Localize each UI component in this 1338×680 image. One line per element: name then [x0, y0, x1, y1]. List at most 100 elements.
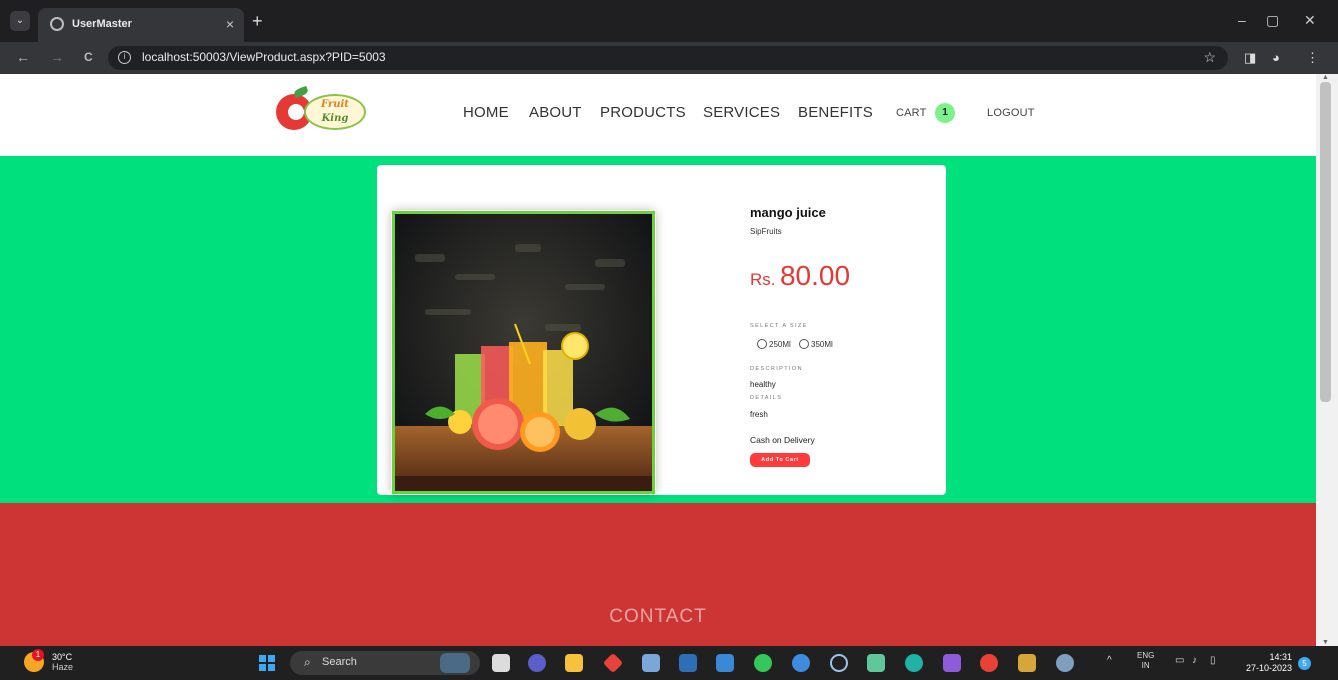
description-label: DESCRIPTION	[750, 366, 803, 372]
chrome-alt-icon[interactable]	[792, 654, 810, 672]
weather-condition: Haze	[52, 662, 74, 672]
size-label: SELECT A SIZE	[750, 323, 808, 329]
search-highlight-icon	[440, 653, 470, 673]
page-scrollbar[interactable]: ▲ ▼	[1316, 74, 1338, 646]
side-panel-icon[interactable]: ◨	[1244, 50, 1256, 66]
address-bar[interactable]: i localhost:50003/ViewProduct.aspx?PID=5…	[108, 46, 1228, 70]
nav-cart[interactable]: CART	[896, 107, 927, 119]
details-value: fresh	[750, 410, 768, 419]
bookmark-star-icon[interactable]: ☆	[1203, 49, 1216, 66]
nav-benefits[interactable]: BENEFITS	[798, 104, 873, 121]
tray-chevron-icon[interactable]: ^	[1107, 655, 1112, 666]
settings-gear-icon[interactable]	[1056, 654, 1074, 672]
tab-close-icon[interactable]: ×	[226, 16, 234, 32]
edge-icon[interactable]	[905, 654, 923, 672]
clock-date: 27-10-2023	[1245, 663, 1292, 673]
speedometer-icon[interactable]	[830, 654, 848, 672]
product-price: Rs. 80.00	[750, 260, 850, 292]
nav-logout[interactable]: LOGOUT	[987, 107, 1035, 119]
media-player-icon[interactable]	[679, 654, 697, 672]
clock-time: 14:31	[1269, 652, 1292, 662]
forward-button[interactable]: →	[50, 49, 64, 65]
payment-method: Cash on Delivery	[750, 435, 815, 445]
tab-title: UserMaster	[72, 18, 132, 30]
whatsapp-icon[interactable]	[754, 654, 772, 672]
app-red-diamond-icon[interactable]	[602, 652, 624, 674]
site-info-icon[interactable]: i	[118, 51, 131, 64]
cart-count-badge: 1	[935, 103, 955, 123]
product-section: mango juice SipFruits Rs. 80.00 SELECT A…	[0, 156, 1316, 503]
reload-button[interactable]: C	[84, 50, 93, 64]
lang-bottom: IN	[1141, 661, 1150, 670]
windows-taskbar: 1 30°C Haze ⌕ Search ^ ENG IN ▭ ♪ ▯ 14:3…	[0, 646, 1338, 680]
minimize-button[interactable]: –	[1238, 12, 1246, 28]
taskbar-search[interactable]: ⌕ Search	[290, 651, 480, 675]
back-button[interactable]: ←	[16, 49, 30, 65]
browser-tab[interactable]: UserMaster ×	[38, 8, 244, 42]
globe-icon	[50, 17, 64, 31]
chrome-icon[interactable]	[980, 654, 998, 672]
restore-button[interactable]: ▢	[1266, 12, 1279, 29]
file-explorer-icon[interactable]	[565, 654, 583, 672]
product-name: mango juice	[750, 205, 826, 220]
taskbar-search-label: Search	[322, 656, 357, 668]
scrollbar-thumb[interactable]	[1320, 82, 1331, 402]
weather-badge: 1	[32, 649, 44, 661]
battery-icon[interactable]: ▯	[1210, 655, 1216, 666]
size-label-250: 250Ml	[769, 340, 791, 349]
nav-products[interactable]: PRODUCTS	[600, 104, 686, 121]
system-clock[interactable]: 14:31 27-10-2023	[1238, 652, 1292, 674]
network-icon[interactable]: ▭	[1175, 655, 1184, 666]
description-value: healthy	[750, 380, 776, 389]
notification-badge[interactable]: 5	[1298, 657, 1311, 670]
search-icon: ⌕	[304, 655, 311, 669]
product-image-frame	[391, 210, 656, 495]
nav-about[interactable]: ABOUT	[529, 104, 582, 121]
weather-widget[interactable]: 30°C Haze	[52, 652, 73, 672]
volume-icon[interactable]: ♪	[1192, 655, 1197, 666]
tab-search-button[interactable]: ⌄	[10, 11, 30, 31]
camera-icon[interactable]	[642, 654, 660, 672]
visual-studio-icon[interactable]	[943, 654, 961, 672]
add-to-cart-button[interactable]: Add To Cart	[750, 453, 810, 467]
weather-icon[interactable]: 1	[24, 649, 44, 672]
size-option-350[interactable]: 350Ml	[799, 339, 833, 349]
logo-wordmark: Fruit King	[304, 94, 366, 130]
page-viewport: Fruit King HOME ABOUT PRODUCTS SERVICES B…	[0, 74, 1316, 646]
product-brand: SipFruits	[750, 227, 782, 236]
browser-toolbar: ← → C i localhost:50003/ViewProduct.aspx…	[0, 42, 1338, 74]
url-text[interactable]: localhost:50003/ViewProduct.aspx?PID=500…	[142, 50, 386, 64]
scroll-up-arrow[interactable]: ▲	[1322, 74, 1329, 81]
new-tab-button[interactable]: +	[252, 12, 263, 30]
lang-top: ENG	[1137, 651, 1155, 660]
nav-services[interactable]: SERVICES	[703, 104, 780, 121]
details-label: DETAILS	[750, 395, 783, 401]
chat-icon[interactable]	[528, 654, 546, 672]
size-option-250[interactable]: 250Ml	[757, 339, 793, 349]
price-amount: 80.00	[779, 260, 851, 291]
contact-section: CONTACT	[0, 503, 1316, 646]
browser-tab-strip: ⌄ UserMaster × + – ▢ ✕	[0, 0, 1338, 42]
nav-home[interactable]: HOME	[463, 104, 509, 121]
scroll-down-arrow[interactable]: ▼	[1322, 639, 1329, 646]
size-options: 250Ml 350Ml	[757, 339, 833, 349]
mail-icon[interactable]	[716, 654, 734, 672]
chatgpt-icon[interactable]	[867, 654, 885, 672]
size-label-350: 350Ml	[811, 340, 833, 349]
site-header: Fruit King HOME ABOUT PRODUCTS SERVICES B…	[0, 74, 1316, 156]
language-indicator[interactable]: ENG IN	[1137, 651, 1154, 671]
fruit-king-logo[interactable]: Fruit King	[276, 85, 368, 132]
radio-350[interactable]	[799, 339, 810, 349]
product-image	[392, 211, 655, 494]
close-window-button[interactable]: ✕	[1304, 12, 1316, 29]
profile-icon[interactable]: ◕	[1272, 50, 1280, 65]
radio-250[interactable]	[757, 339, 767, 349]
price-currency: Rs.	[750, 270, 776, 289]
paint-icon[interactable]	[1018, 654, 1036, 672]
weather-temp: 30°C	[52, 652, 73, 662]
start-button-icon[interactable]	[259, 655, 275, 671]
contact-heading: CONTACT	[609, 606, 707, 627]
menu-dots-icon[interactable]: ⋮	[1306, 50, 1319, 66]
task-view-icon[interactable]	[492, 654, 510, 672]
product-card: mango juice SipFruits Rs. 80.00 SELECT A…	[377, 165, 946, 495]
